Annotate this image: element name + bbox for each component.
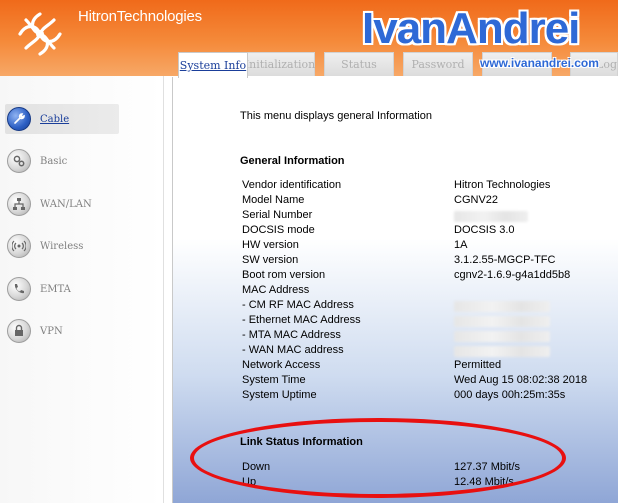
info-value: CGNV22	[454, 194, 499, 206]
info-value: 127.37 Mbit/s	[454, 461, 521, 473]
link-row-down: Down 127.37 Mbit/s	[242, 461, 612, 476]
info-value: Wed Aug 15 08:02:38 2018	[454, 374, 588, 386]
network-icon	[7, 192, 31, 216]
info-row-mta-mac: - MTA MAC Address	[242, 329, 612, 344]
sidebar-item-wireless[interactable]: Wireless	[5, 231, 119, 261]
sidebar-item-label: Wireless	[40, 240, 84, 252]
hitron-logo-icon	[18, 12, 62, 56]
tab-initialization[interactable]: Initialization	[245, 52, 315, 76]
wrench-icon	[7, 107, 31, 131]
info-label: Boot rom version	[242, 269, 326, 281]
info-value: DOCSIS 3.0	[454, 224, 515, 236]
info-row-system-time: System Time Wed Aug 15 08:02:38 2018	[242, 374, 612, 389]
sidebar-item-label: Basic	[40, 155, 68, 167]
info-label: DOCSIS mode	[242, 224, 315, 236]
info-label: - CM RF MAC Address	[242, 299, 354, 311]
brand-name: HitronTechnologies	[78, 8, 202, 25]
info-label: Vendor identification	[242, 179, 342, 191]
tab-password[interactable]: Password	[403, 52, 473, 76]
info-value: Hitron Technologies	[454, 179, 551, 191]
sidebar-item-cable[interactable]: Cable	[5, 104, 119, 134]
lock-icon	[7, 319, 31, 343]
intro-text: This menu displays general Information	[240, 110, 432, 122]
sidebar-item-label: WAN/LAN	[40, 198, 92, 210]
sidebar-item-vpn[interactable]: VPN	[5, 316, 119, 346]
info-row-vendor: Vendor identification Hitron Technologie…	[242, 179, 612, 194]
info-label: Serial Number	[242, 209, 313, 221]
watermark-url: www.ivanandrei.com	[480, 56, 599, 70]
content-panel: This menu displays general Information G…	[172, 77, 618, 503]
gears-icon	[7, 149, 31, 173]
sidebar-item-label: EMTA	[40, 283, 71, 295]
phone-icon	[7, 277, 31, 301]
info-value: 12.48 Mbit/s	[454, 476, 514, 488]
info-label: Network Access	[242, 359, 321, 371]
info-label: - MTA MAC Address	[242, 329, 341, 341]
tab-status[interactable]: Status	[324, 52, 394, 76]
sidebar-item-basic[interactable]: Basic	[5, 146, 119, 176]
link-status-title: Link Status Information	[240, 436, 363, 448]
info-label: - WAN MAC address	[242, 344, 344, 356]
info-label: Down	[242, 461, 271, 473]
info-label: HW version	[242, 239, 299, 251]
redacted-value	[454, 346, 550, 357]
info-label: - Ethernet MAC Address	[242, 314, 361, 326]
info-row-wan-mac: - WAN MAC address	[242, 344, 612, 359]
sidebar-item-label: Cable	[40, 113, 70, 125]
info-row-network-access: Network Access Permitted	[242, 359, 612, 374]
sidebar-item-emta[interactable]: EMTA	[5, 274, 119, 304]
link-row-up: Up 12.48 Mbit/s	[242, 476, 612, 491]
general-info-title: General Information	[240, 155, 345, 167]
info-row-ethernet-mac: - Ethernet MAC Address	[242, 314, 612, 329]
wireless-icon	[7, 234, 31, 258]
watermark-title: IvanAndrei	[362, 4, 580, 53]
sidebar-item-label: VPN	[40, 325, 63, 337]
info-row-mac: MAC Address	[242, 284, 612, 299]
tab-system-info[interactable]: System Info	[178, 52, 248, 78]
info-value: Permitted	[454, 359, 502, 371]
info-row-hw: HW version 1A	[242, 239, 612, 254]
redacted-value	[454, 316, 550, 327]
info-label: System Time	[242, 374, 306, 386]
info-label: System Uptime	[242, 389, 317, 401]
info-label: SW version	[242, 254, 299, 266]
sidebar: Cable Basic WAN/LAN Wireless EMTA VPN	[0, 76, 164, 503]
info-row-model: Model Name CGNV22	[242, 194, 612, 209]
redacted-value	[454, 211, 528, 222]
info-row-cm-rf-mac: - CM RF MAC Address	[242, 299, 612, 314]
info-label: MAC Address	[242, 284, 310, 296]
info-label: Model Name	[242, 194, 305, 206]
info-row-sw: SW version 3.1.2.55-MGCP-TFC	[242, 254, 612, 269]
info-row-docsis: DOCSIS mode DOCSIS 3.0	[242, 224, 612, 239]
info-row-system-uptime: System Uptime 000 days 00h:25m:35s	[242, 389, 612, 404]
sidebar-item-wan-lan[interactable]: WAN/LAN	[5, 189, 119, 219]
info-row-bootrom: Boot rom version cgnv2-1.6.9-g4a1dd5b8	[242, 269, 612, 284]
redacted-value	[454, 331, 550, 342]
info-label: Up	[242, 476, 257, 488]
info-value: 1A	[454, 239, 468, 251]
info-value: 3.1.2.55-MGCP-TFC	[454, 254, 556, 266]
info-row-serial: Serial Number	[242, 209, 612, 224]
redacted-value	[454, 301, 550, 312]
info-value: 000 days 00h:25m:35s	[454, 389, 566, 401]
info-value: cgnv2-1.6.9-g4a1dd5b8	[454, 269, 571, 281]
